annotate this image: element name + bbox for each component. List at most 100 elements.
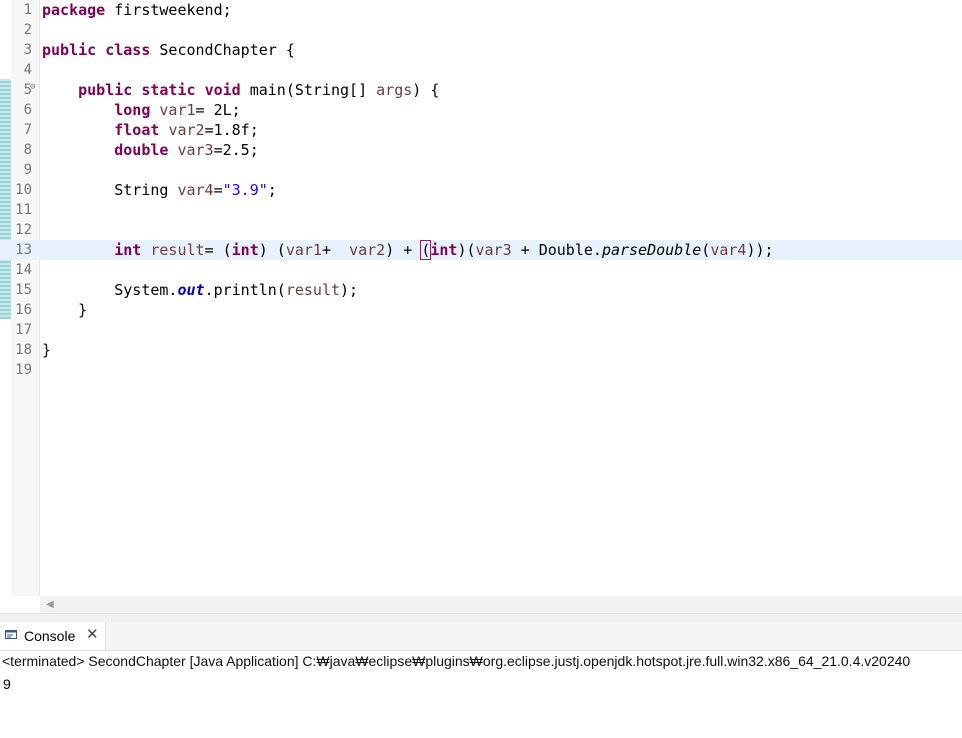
code-line[interactable]: 10 String var4="3.9";: [0, 180, 962, 200]
code-token: int: [231, 241, 259, 259]
code-token: }: [42, 341, 52, 359]
code-token: public: [42, 41, 97, 59]
code-token: main(String[]: [240, 81, 377, 99]
code-line[interactable]: 4: [0, 60, 962, 80]
code-text[interactable]: System.out.println(result);: [42, 280, 358, 300]
code-text[interactable]: int result= (int) (var1+ var2) + (int)(v…: [42, 240, 774, 260]
code-text[interactable]: public class SecondChapter {: [42, 40, 295, 60]
code-text[interactable]: public static void main(String[] args) {: [42, 80, 439, 100]
code-token: firstweekend;: [105, 1, 232, 19]
code-token: var4: [177, 181, 214, 199]
code-text[interactable]: }: [42, 300, 87, 320]
console-output-text: 9: [3, 676, 11, 692]
code-token: + Double.: [511, 241, 602, 259]
code-token: var2: [349, 241, 386, 259]
code-line[interactable]: 18}: [0, 340, 962, 360]
line-number: 19: [15, 362, 32, 378]
code-token: void: [204, 81, 241, 99]
code-text[interactable]: }: [42, 340, 51, 360]
fold-collapse-icon[interactable]: ⊖: [30, 83, 39, 92]
code-token: int: [114, 241, 142, 259]
line-number: 9: [23, 162, 32, 178]
code-token: = (: [204, 241, 232, 259]
code-text[interactable]: double var3=2.5;: [42, 140, 259, 160]
console-icon: [5, 630, 17, 639]
line-number: 14: [15, 262, 32, 278]
code-token: result: [150, 241, 205, 259]
line-number: 3: [23, 42, 32, 58]
line-number: 16: [15, 302, 32, 318]
code-token: String: [42, 181, 178, 199]
code-token: args: [376, 81, 413, 99]
console-status-text: <terminated> SecondChapter [Java Applica…: [2, 653, 911, 669]
code-line[interactable]: 11: [0, 200, 962, 220]
scroll-left-icon[interactable]: ◀: [46, 599, 54, 610]
line-number: 8: [23, 142, 32, 158]
line-number: 13: [15, 242, 32, 258]
code-token: =2.5;: [213, 141, 259, 159]
code-token: class: [105, 41, 151, 59]
code-text[interactable]: long var1= 2L;: [42, 100, 241, 120]
code-token: System.: [42, 281, 178, 299]
line-number: 4: [23, 62, 32, 78]
code-token: .println(: [204, 281, 286, 299]
code-token: ) {: [412, 81, 440, 99]
line-number: 6: [23, 102, 32, 118]
code-line[interactable]: 8 double var3=2.5;: [0, 140, 962, 160]
code-token: var1: [159, 101, 196, 119]
line-number: 2: [23, 22, 32, 38]
code-token: ));: [746, 241, 774, 259]
code-line[interactable]: 7 float var2=1.8f;: [0, 120, 962, 140]
code-token: = 2L;: [195, 101, 241, 119]
code-line[interactable]: 15 System.out.println(result);: [0, 280, 962, 300]
code-token: double: [114, 141, 169, 159]
code-text[interactable]: package firstweekend;: [42, 0, 232, 20]
code-token: =1.8f;: [204, 121, 259, 139]
close-icon[interactable]: ✕: [86, 626, 99, 644]
code-line[interactable]: 17: [0, 320, 962, 340]
code-token: float: [114, 121, 160, 139]
code-token: var4: [710, 241, 747, 259]
code-token: "3.9": [222, 181, 268, 199]
code-token: ) +: [385, 241, 422, 259]
code-line[interactable]: 14: [0, 260, 962, 280]
code-line[interactable]: 16 }: [0, 300, 962, 320]
code-line[interactable]: 5 ⊖ public static void main(String[] args…: [0, 80, 962, 100]
code-editor[interactable]: 1 package firstweekend; 2 3 public class Sec…: [0, 0, 962, 596]
console-tab-bar: Console ✕: [0, 622, 962, 651]
code-line[interactable]: 9: [0, 160, 962, 180]
horizontal-scrollbar[interactable]: ◀: [40, 596, 962, 613]
code-token: result: [285, 281, 341, 299]
line-number: 10: [15, 182, 32, 198]
code-text[interactable]: String var4="3.9";: [42, 180, 277, 200]
code-line[interactable]: 19: [0, 360, 962, 380]
code-token: (: [420, 240, 432, 260]
tab-console[interactable]: Console ✕: [0, 622, 106, 650]
line-number: 15: [15, 282, 32, 298]
code-line[interactable]: 13 int result= (int) (var1+ var2) + (int…: [0, 240, 962, 260]
code-token: }: [42, 301, 88, 319]
code-token: package: [42, 1, 106, 19]
code-token: public: [78, 81, 133, 99]
code-line[interactable]: 3 public class SecondChapter {: [0, 40, 962, 60]
code-token: ) (: [258, 241, 286, 259]
code-token: =: [213, 181, 223, 199]
code-line[interactable]: 1 package firstweekend;: [0, 0, 962, 20]
code-token: var1: [285, 241, 322, 259]
code-line[interactable]: 6 long var1= 2L;: [0, 100, 962, 120]
code-line[interactable]: 2: [0, 20, 962, 40]
line-number: 11: [15, 202, 32, 218]
console-tab-label: Console: [24, 628, 76, 644]
line-number: 5: [23, 82, 32, 98]
code-token: ;: [267, 181, 277, 199]
line-number: 12: [15, 222, 32, 238]
code-token: parseDouble: [601, 241, 702, 259]
code-line[interactable]: 12: [0, 220, 962, 240]
code-text[interactable]: float var2=1.8f;: [42, 120, 259, 140]
